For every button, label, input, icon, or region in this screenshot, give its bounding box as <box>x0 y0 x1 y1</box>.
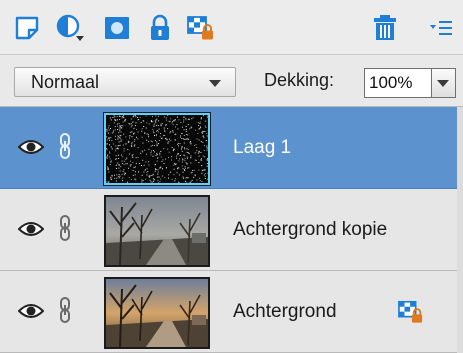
layer-name[interactable]: Achtergrond kopie <box>233 219 387 241</box>
layer-thumbnail-photo <box>104 195 210 267</box>
layers-panel: Normaal Dekking: Laag 1 <box>0 0 463 353</box>
layer-thumbnail-noise <box>103 112 211 186</box>
panel-menu-icon[interactable] <box>424 12 458 44</box>
delete-layer-icon[interactable] <box>368 12 402 44</box>
lock-transparency-icon[interactable] <box>184 12 218 44</box>
link-icon[interactable] <box>58 132 72 160</box>
eye-icon[interactable] <box>18 219 44 239</box>
chevron-down-icon <box>437 80 449 87</box>
opacity-label: Dekking: <box>264 70 335 90</box>
layer-thumbnail-photo <box>104 277 210 349</box>
lock-all-icon[interactable] <box>143 12 177 44</box>
layers-toolbar <box>0 0 463 55</box>
eye-icon[interactable] <box>18 301 44 321</box>
layer-row-achtergrond-kopie[interactable]: Achtergrond kopie <box>0 189 463 271</box>
opacity-dropdown-button[interactable] <box>432 68 456 98</box>
opacity-input[interactable] <box>364 68 432 98</box>
new-layer-icon[interactable] <box>10 12 44 44</box>
lock-transparency-icon <box>398 300 423 323</box>
layer-row-achtergrond[interactable]: Achtergrond <box>0 271 463 353</box>
link-icon[interactable] <box>58 214 72 242</box>
adjustment-layer-icon[interactable] <box>54 12 88 44</box>
layer-row-laag-1[interactable]: Laag 1 <box>0 107 463 189</box>
blend-options-row: Normaal Dekking: <box>0 55 463 107</box>
layer-mask-icon[interactable] <box>100 12 134 44</box>
eye-icon[interactable] <box>18 137 44 157</box>
layer-name[interactable]: Laag 1 <box>233 137 291 159</box>
chevron-down-icon <box>209 80 221 87</box>
blend-mode-value: Normaal <box>31 72 100 92</box>
link-icon[interactable] <box>58 296 72 324</box>
blend-mode-dropdown[interactable]: Normaal <box>14 67 236 97</box>
layer-name[interactable]: Achtergrond <box>233 301 337 323</box>
panel-scrollbar[interactable] <box>457 107 463 353</box>
